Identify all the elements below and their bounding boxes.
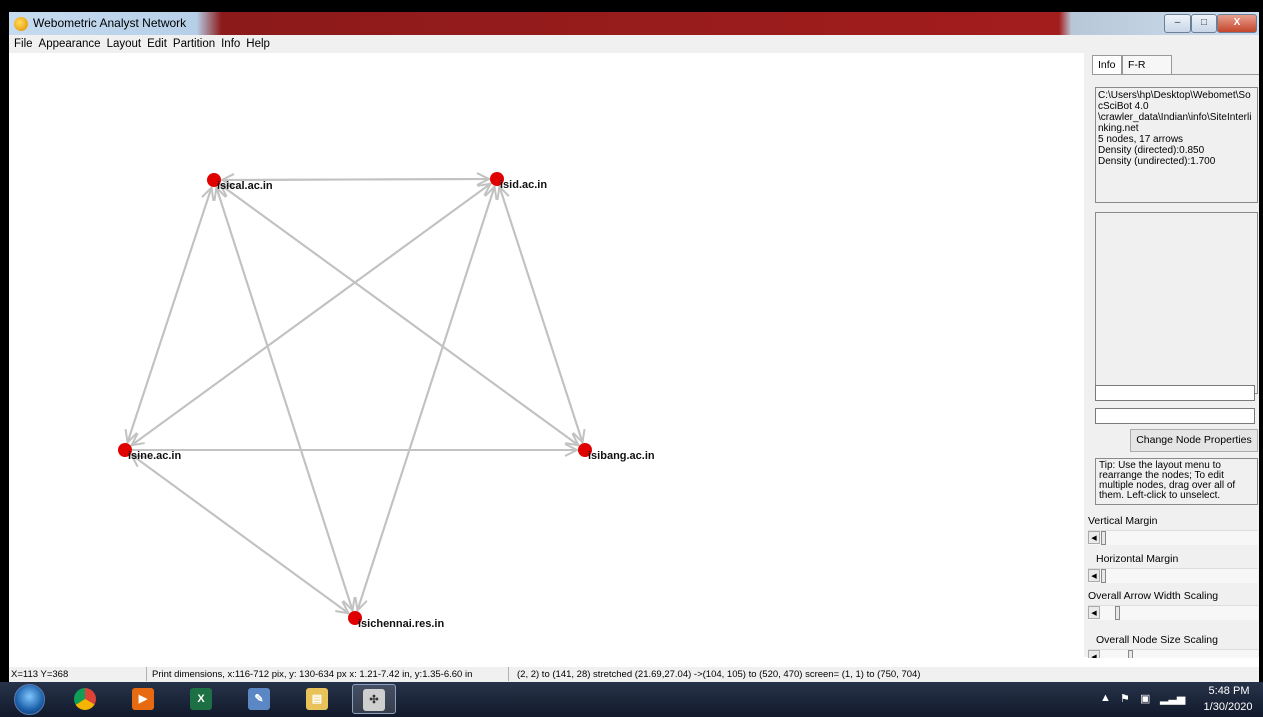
excel-icon: X [190,688,212,710]
display-icon[interactable]: ▣ [1140,692,1150,705]
edge-isid-to-isine [131,182,492,445]
taskbar-chrome[interactable] [64,684,108,714]
edge-isine-to-isical [126,188,211,444]
info-line: cSciBot 4.0 [1098,101,1149,112]
action-center-flag-icon[interactable]: ⚑ [1120,692,1130,705]
arrow-width-label: Overall Arrow Width Scaling [1088,590,1219,602]
info-line: Density (undirected):1.700 [1098,156,1216,167]
window-title: Webometric Analyst Network [33,16,187,30]
horizontal-margin-slider[interactable]: ◀ [1088,568,1258,583]
start-button-icon[interactable] [14,684,45,715]
taskbar-file-explorer[interactable]: ▤ [296,684,340,714]
taskbar-media-player[interactable]: ▶ [122,684,166,714]
menu-bar: File Appearance Layout Edit Partition Info Hel… [9,35,1259,53]
node-size-label: Overall Node Size Scaling [1096,634,1218,646]
system-tray: ▲ ⚑ ▣ ▂▃▅ 5:48 PM 1/30/2020 [1090,682,1263,717]
node-label-isical: isical.ac.in [217,180,273,192]
file-explorer-icon: ▤ [306,688,328,710]
info-line: \crawler_data\Indian\info\SiteInterli [1098,112,1252,123]
slider-thumb[interactable] [1128,650,1133,658]
network-graph[interactable]: isical.ac.in isid.ac.in isine.ac.in isibang… [9,53,1084,657]
menu-info[interactable]: Info [218,35,243,53]
app-window: Webometric Analyst Network – □ X File App… [9,12,1259,682]
chrome-icon [74,688,96,710]
network-signal-icon[interactable]: ▂▃▅ [1160,692,1185,705]
edge-isichennai-to-isine [131,455,350,615]
info-line: Density (directed):0.850 [1098,145,1205,156]
node-list-box[interactable] [1095,212,1258,394]
node-label-isibang: isibang.ac.in [588,450,655,462]
node-label-isid: isid.ac.in [500,179,547,191]
menu-partition[interactable]: Partition [170,35,218,53]
info-line: C:\Users\hp\Desktop\Webomet\So [1098,90,1251,101]
change-node-properties-button[interactable]: Change Node Properties [1130,429,1258,452]
clock-date[interactable]: 1/30/2020 [1200,701,1256,713]
scroll-left-arrow-icon[interactable]: ◀ [1088,650,1100,658]
menu-help[interactable]: Help [243,35,273,53]
network-app-icon: ✣ [363,689,385,711]
paint-icon: ✎ [248,688,270,710]
node-label-isine: isine.ac.in [128,450,181,462]
network-canvas[interactable]: isical.ac.in isid.ac.in isine.ac.in isibang… [9,53,1084,657]
transform-info: (2, 2) to (141, 28) stretched (21.69,27.… [517,669,921,680]
show-hidden-icons-icon[interactable]: ▲ [1100,692,1111,704]
media-player-icon: ▶ [132,688,154,710]
vertical-margin-label: Vertical Margin [1088,515,1158,527]
tab-fr[interactable]: F-R [1122,55,1172,74]
edge-isibang-to-isid [499,187,584,444]
tip-text: Tip: Use the layout menu to rearrange th… [1095,458,1258,505]
cursor-coordinates: X=113 Y=368 [9,667,147,681]
arrow-width-slider[interactable]: ◀ [1088,605,1258,620]
slider-thumb[interactable] [1115,606,1120,620]
node-label-isichennai: isichennai.res.in [358,618,444,630]
minimize-button[interactable]: – [1164,14,1191,33]
taskbar-excel[interactable]: X [180,684,224,714]
edge-isid-to-isichennai [357,185,496,611]
horizontal-margin-label: Horizontal Margin [1096,553,1179,565]
taskbar-paint[interactable]: ✎ [238,684,282,714]
scroll-left-arrow-icon[interactable]: ◀ [1088,569,1100,582]
info-line: 5 nodes, 17 arrows [1098,134,1184,145]
menu-file[interactable]: File [11,35,36,53]
vertical-margin-slider[interactable]: ◀ [1088,530,1258,545]
node-size-slider[interactable]: ◀ [1088,649,1258,658]
menu-appearance[interactable]: Appearance [36,35,104,53]
print-dimensions: Print dimensions, x:116-712 pix, y: 130-… [150,667,509,681]
clock-time[interactable]: 5:48 PM [1204,685,1254,697]
taskbar-network-app[interactable]: ✣ [352,684,396,714]
app-icon [14,17,28,31]
menu-edit[interactable]: Edit [144,35,170,53]
slider-thumb[interactable] [1101,569,1106,583]
info-line: nking.net [1098,123,1139,134]
slider-thumb[interactable] [1101,531,1106,545]
node-value-field[interactable] [1095,408,1255,424]
scroll-left-arrow-icon[interactable]: ◀ [1088,606,1100,619]
taskbar: ▶ X ✎ ▤ ✣ ▲ ⚑ ▣ ▂▃▅ 5:48 PM 1/30/2020 [0,682,1263,717]
title-bar[interactable]: Webometric Analyst Network – □ X [9,12,1259,35]
side-panel: Info F-R C:\Users\hp\Desktop\Webomet\So … [1084,53,1259,658]
network-info-text: C:\Users\hp\Desktop\Webomet\So cSciBot 4… [1095,87,1258,203]
menu-layout[interactable]: Layout [104,35,145,53]
status-bar: X=113 Y=368 Print dimensions, x:116-712 … [9,667,1259,682]
tip-line: them. Left-click to unselect. [1099,490,1221,501]
edge-isibang-to-isical [220,185,580,447]
tab-info[interactable]: Info [1092,55,1122,75]
maximize-button[interactable]: □ [1191,14,1217,33]
scroll-left-arrow-icon[interactable]: ◀ [1088,531,1100,544]
edge-isical-to-isichennai [215,186,352,611]
close-button[interactable]: X [1217,14,1257,33]
node-name-field[interactable] [1095,385,1255,401]
